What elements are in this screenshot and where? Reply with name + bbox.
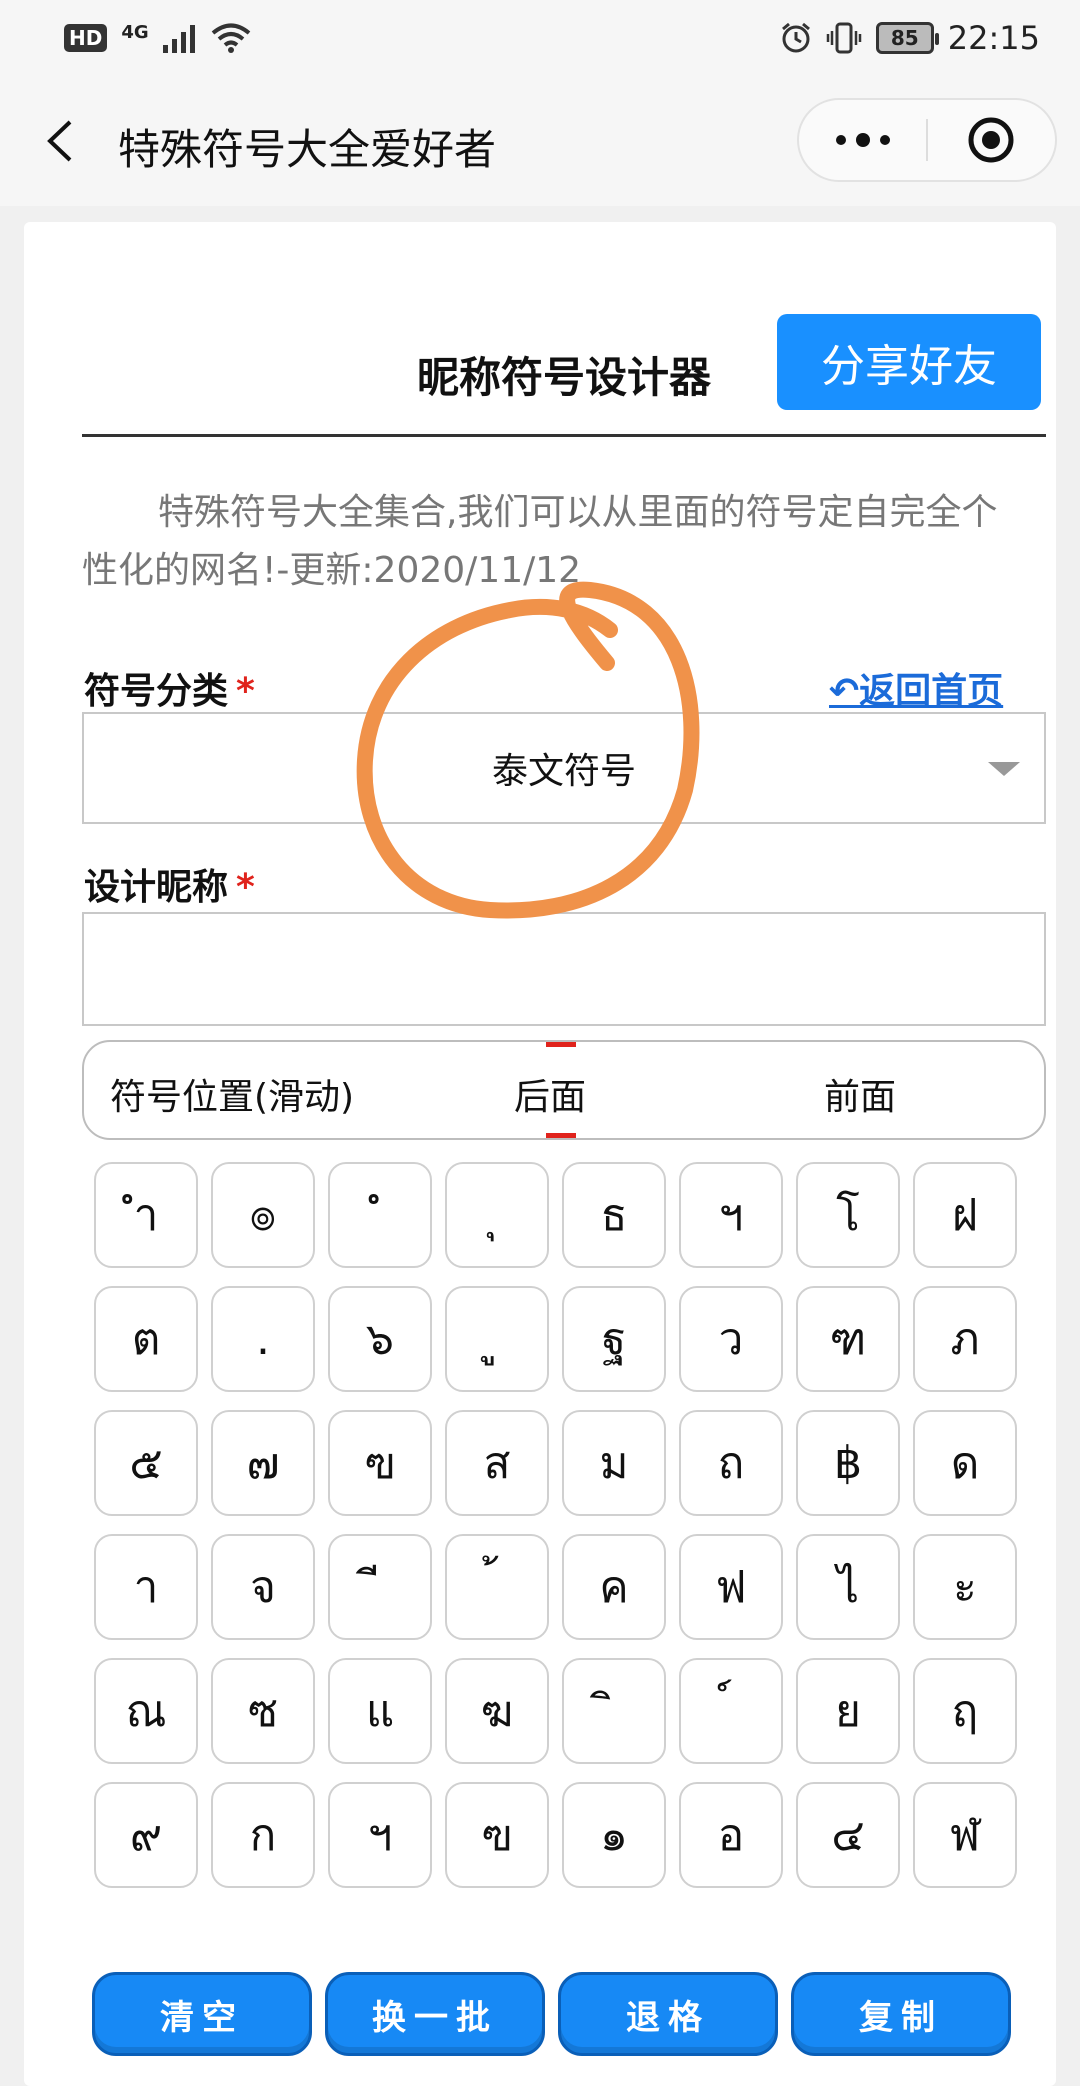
symbol-key[interactable]: จ	[211, 1534, 315, 1640]
symbol-key[interactable]: ู	[445, 1286, 549, 1392]
title-bar: 特殊符号大全爱好者	[0, 76, 1080, 206]
position-option-after[interactable]: 后面	[514, 1068, 586, 1120]
network-type: 4G	[121, 21, 149, 43]
home-link[interactable]: ↶返回首页	[829, 662, 1003, 714]
symbol-key[interactable]: ๔	[796, 1782, 900, 1888]
symbol-key[interactable]: ฤ	[913, 1658, 1017, 1764]
status-bar: HD 4G 85 22:15	[0, 0, 1080, 76]
mini-program-capsule	[797, 98, 1057, 182]
symbol-key[interactable]: ว	[679, 1286, 783, 1392]
app-title: 特殊符号大全爱好者	[118, 125, 497, 174]
wifi-icon	[211, 23, 250, 53]
symbol-key[interactable]: ฑ	[796, 1286, 900, 1392]
symbol-key[interactable]: า	[94, 1534, 198, 1640]
symbol-key[interactable]: ๑	[562, 1782, 666, 1888]
category-label: 符号分类 *	[84, 662, 255, 714]
symbol-key[interactable]: ิ	[562, 1658, 666, 1764]
symbol-position-picker[interactable]: 符号位置(滑动) 后面 前面	[82, 1040, 1046, 1140]
symbol-key[interactable]: .	[211, 1286, 315, 1392]
backspace-button[interactable]: 退格	[558, 1972, 778, 2056]
status-right: 85 22:15	[780, 19, 1040, 57]
symbol-key[interactable]: ฃ	[445, 1782, 549, 1888]
symbol-key[interactable]: ธ	[562, 1162, 666, 1268]
battery-level: 85	[890, 26, 919, 50]
page-title: 昵称符号设计器	[417, 353, 712, 402]
symbol-key[interactable]: ฝ	[913, 1162, 1017, 1268]
status-left: HD 4G	[64, 22, 251, 54]
clear-button[interactable]: 清空	[92, 1972, 312, 2056]
symbol-key[interactable]: ต	[94, 1286, 198, 1392]
symbol-key[interactable]: ำ	[94, 1162, 198, 1268]
picker-indicator-bottom	[546, 1133, 576, 1138]
symbol-key[interactable]: ํ	[328, 1162, 432, 1268]
symbol-key[interactable]: ะ	[913, 1534, 1017, 1640]
symbol-key[interactable]: ฆ	[445, 1658, 549, 1764]
dot	[879, 135, 890, 145]
position-option-before[interactable]: 前面	[824, 1068, 896, 1120]
symbol-key[interactable]: ซ	[211, 1658, 315, 1764]
share-button[interactable]: 分享好友	[777, 314, 1041, 410]
symbol-key[interactable]: ฿	[796, 1410, 900, 1516]
symbol-key[interactable]: ค	[562, 1534, 666, 1640]
target-icon[interactable]	[928, 115, 1055, 165]
title-divider	[82, 434, 1046, 437]
alarm-icon	[781, 22, 810, 53]
symbol-key[interactable]: ี	[328, 1534, 432, 1640]
chevron-down-icon	[988, 762, 1020, 776]
symbol-key[interactable]: ม	[562, 1410, 666, 1516]
nickname-label-text: 设计昵称	[84, 867, 229, 908]
nickname-label: 设计昵称 *	[84, 858, 255, 910]
symbol-key[interactable]: โ	[796, 1162, 900, 1268]
symbol-grid: ำ๏ํุธฯโฝต.๖ูฐวฑภ๕๗ฃสมถ฿ดาจี้คฟไะณซแฆิ์ยฤ…	[94, 1162, 1046, 1888]
symbol-key[interactable]: ฃ	[328, 1410, 432, 1516]
symbol-key[interactable]: ณ	[94, 1658, 198, 1764]
copy-button[interactable]: 复制	[791, 1972, 1011, 2056]
category-label-text: 符号分类	[84, 671, 229, 712]
symbol-key[interactable]: ๏	[211, 1162, 315, 1268]
designer-card: 昵称符号设计器 分享好友 特殊符号大全集合,我们可以从里面的符号定自完全个性化的…	[24, 222, 1056, 2086]
symbol-key[interactable]: ส	[445, 1410, 549, 1516]
symbol-key[interactable]: ์	[679, 1658, 783, 1764]
required-mark: *	[236, 671, 255, 712]
clock: 22:15	[947, 19, 1040, 57]
hd-badge: HD	[64, 24, 108, 52]
back-icon[interactable]	[40, 118, 86, 164]
required-mark: *	[236, 867, 255, 908]
symbol-key[interactable]: ๗	[211, 1410, 315, 1516]
symbol-key[interactable]: ้	[445, 1534, 549, 1640]
symbol-key[interactable]: อ	[679, 1782, 783, 1888]
vibrate-icon	[826, 22, 862, 54]
symbol-key[interactable]: ด	[913, 1410, 1017, 1516]
position-label: 符号位置(滑动)	[110, 1077, 355, 1118]
symbol-key[interactable]: แ	[328, 1658, 432, 1764]
symbol-key[interactable]: ภ	[913, 1286, 1017, 1392]
picker-indicator-top	[546, 1042, 576, 1047]
symbol-key[interactable]: ฐ	[562, 1286, 666, 1392]
dot	[835, 135, 846, 145]
symbol-key[interactable]: ถ	[679, 1410, 783, 1516]
symbol-key[interactable]: ย	[796, 1658, 900, 1764]
annotation-circle	[356, 581, 700, 919]
symbol-key[interactable]: ๕	[94, 1410, 198, 1516]
signal-icon	[162, 25, 195, 53]
symbol-key[interactable]: ๖	[328, 1286, 432, 1392]
symbol-key[interactable]: ๙	[94, 1782, 198, 1888]
action-bar: 清空 换一批 退格 复制	[92, 1972, 1042, 2056]
symbol-key[interactable]: ไ	[796, 1534, 900, 1640]
symbol-key[interactable]: ุ	[445, 1162, 549, 1268]
symbol-key[interactable]: ฯ	[679, 1162, 783, 1268]
symbol-key[interactable]: ฟ	[679, 1534, 783, 1640]
battery-icon: 85	[875, 22, 939, 54]
symbol-key[interactable]: ฬ	[913, 1782, 1017, 1888]
symbol-key[interactable]: ก	[211, 1782, 315, 1888]
dot	[855, 133, 870, 147]
refresh-button[interactable]: 换一批	[325, 1972, 545, 2056]
symbol-key[interactable]: ฯ	[328, 1782, 432, 1888]
more-icon[interactable]	[799, 133, 926, 147]
